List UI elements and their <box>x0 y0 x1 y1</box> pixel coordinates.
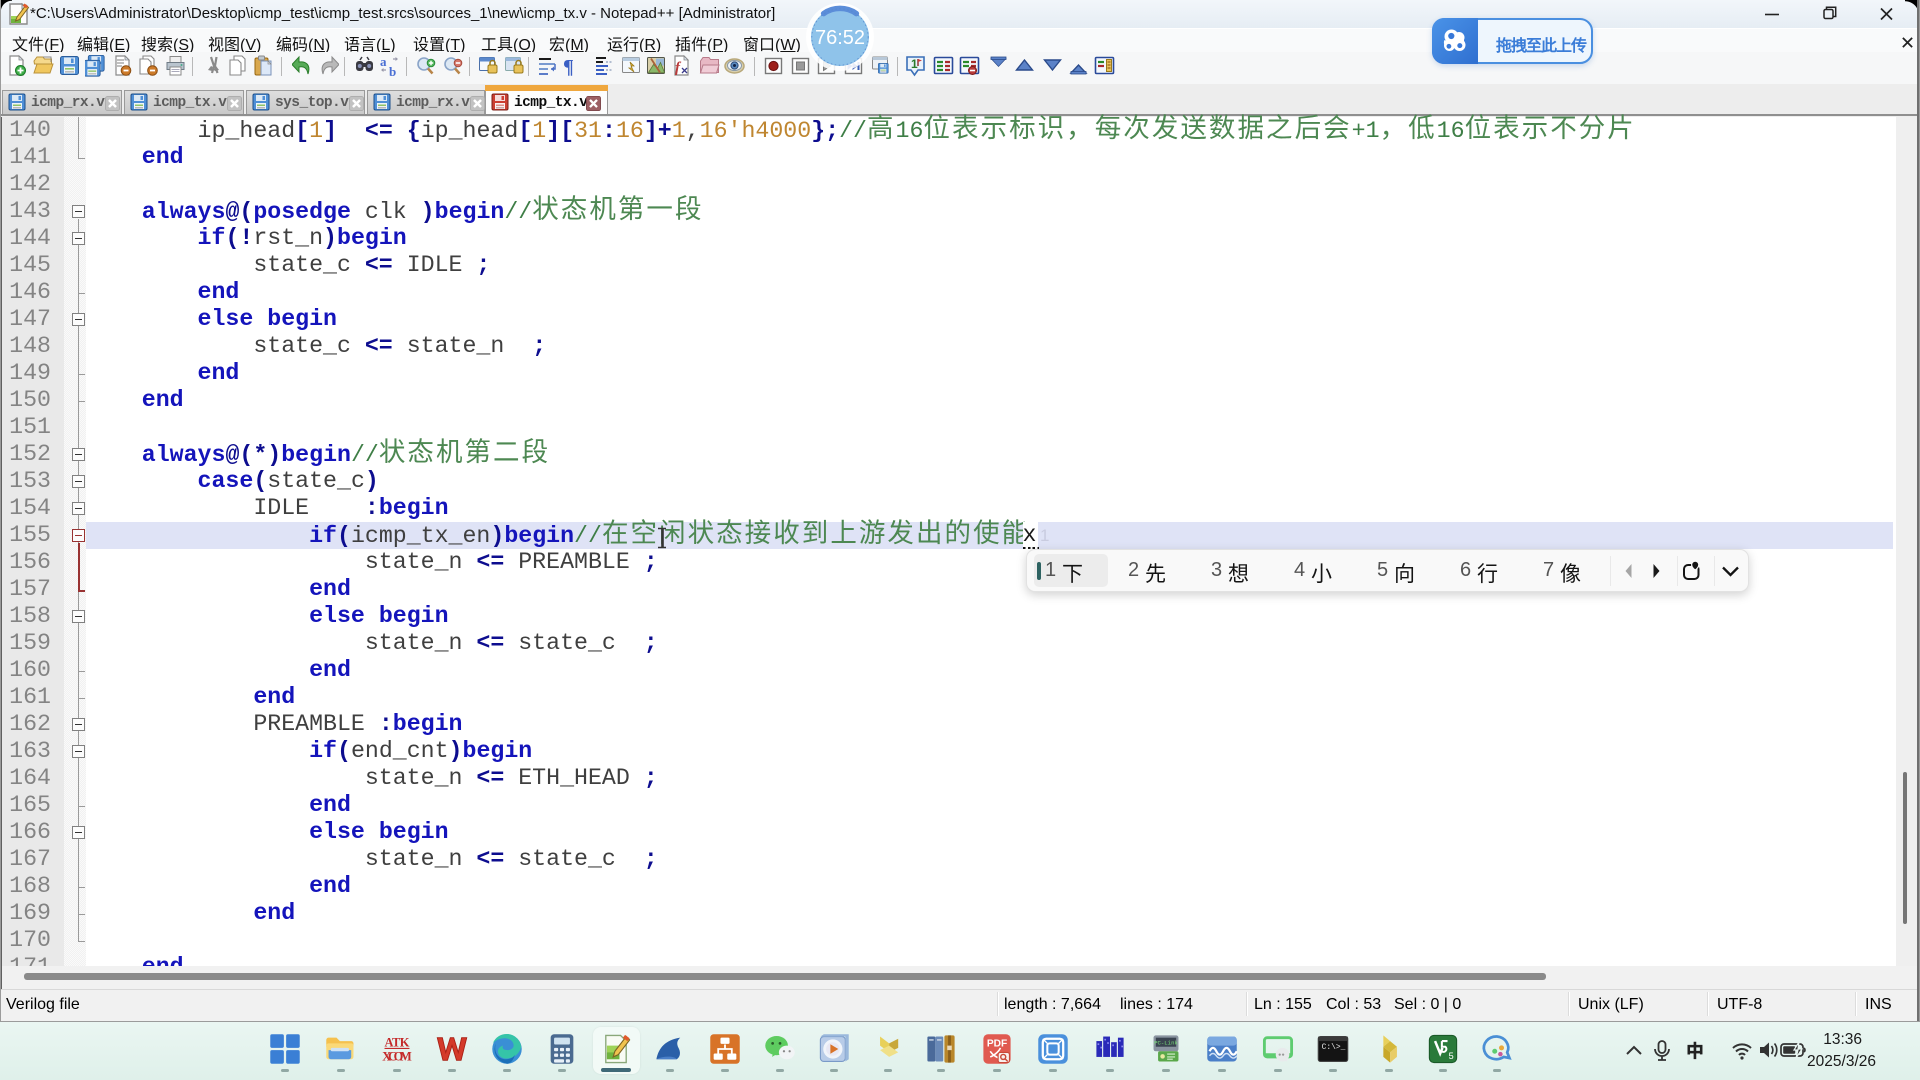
svg-text:PDF: PDF <box>987 1039 1007 1050</box>
svg-text:C:\>_: C:\>_ <box>1322 1043 1346 1052</box>
svg-text:1: 1 <box>911 57 918 71</box>
svg-text:¶: ¶ <box>563 56 574 77</box>
svg-text:a: a <box>380 55 387 69</box>
svg-text:ATK: ATK <box>385 1036 410 1050</box>
svg-text:5: 5 <box>1449 1051 1454 1061</box>
svg-text:b: b <box>389 64 396 77</box>
svg-text:76:52: 76:52 <box>815 27 865 49</box>
svg-text:中: 中 <box>1687 1038 1704 1062</box>
svg-text:PC-Link: PC-Link <box>1154 1039 1178 1046</box>
svg-text:XCOM: XCOM <box>382 1049 412 1063</box>
